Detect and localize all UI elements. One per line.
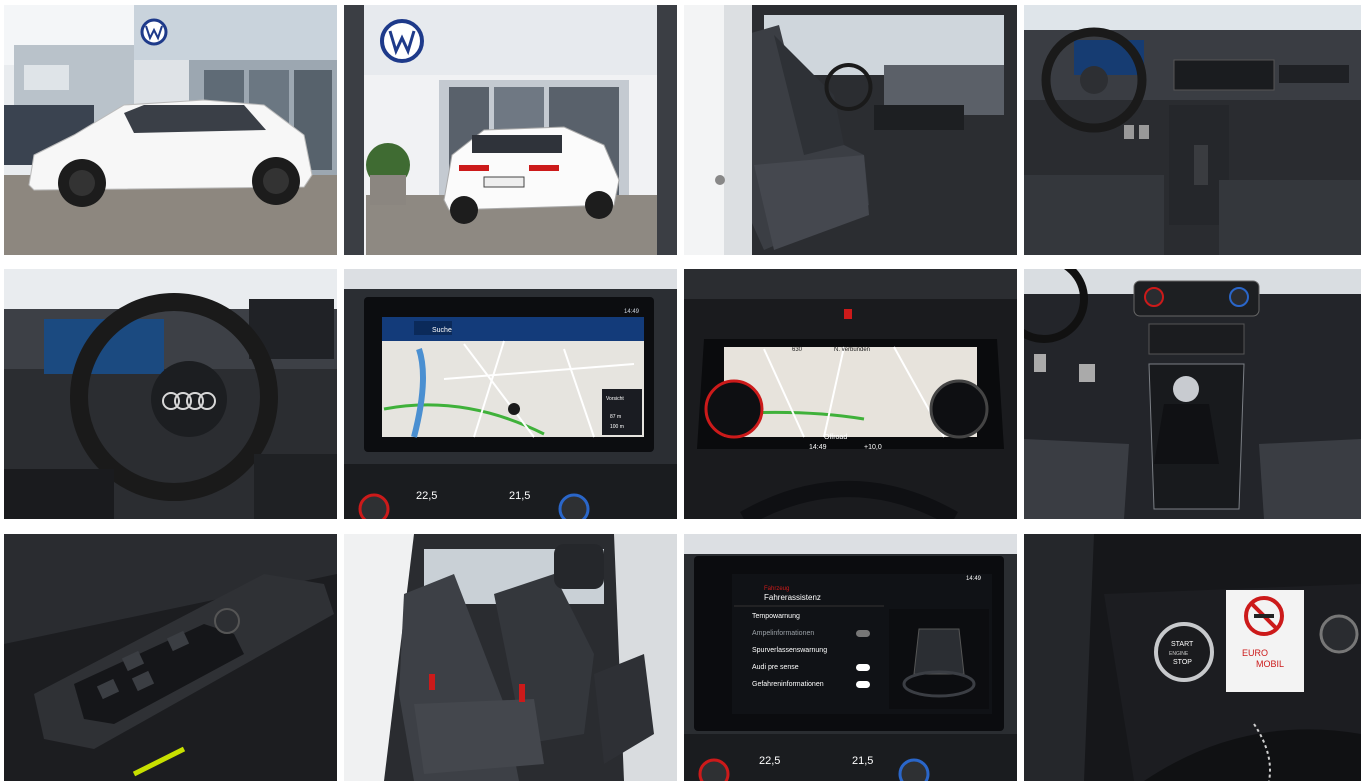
photo-front-seat[interactable] (684, 5, 1017, 255)
warning-light-icon (844, 309, 852, 319)
center-console-photo (1024, 269, 1361, 519)
nav-dist1: 87 m (610, 414, 621, 420)
photo-cockpit[interactable] (1024, 5, 1361, 255)
nav-time: 14:49 (624, 309, 640, 315)
cluster-range: 630 (792, 347, 803, 353)
photo-gallery: Suche 14:49 Vorsicht 87 m 100 m 22,5 21,… (0, 0, 1365, 781)
cluster-status: N. verbunden (834, 347, 870, 353)
nav-dist2: 100 m (610, 424, 624, 430)
assist-item-4[interactable]: Audi pre sense (752, 664, 799, 671)
start-line3: STOP (1173, 659, 1192, 666)
virtual-cockpit-photo: 630 N. verbunden Offroad 14:49 +10,0 (684, 269, 1017, 519)
assist-temp-right: 21,5 (852, 755, 873, 767)
steering-wheel-photo (4, 269, 337, 519)
photo-navigation[interactable]: Suche 14:49 Vorsicht 87 m 100 m 22,5 21,… (344, 269, 677, 519)
assist-time: 14:49 (966, 576, 982, 582)
nav-temp-left: 22,5 (416, 490, 437, 502)
sign-brand2: MOBIL (1256, 659, 1284, 669)
assist-item-2[interactable]: Ampelinformationen (752, 630, 814, 637)
assist-temp-left: 22,5 (759, 755, 780, 767)
photo-door-switches[interactable] (4, 534, 337, 781)
photo-assist-menu[interactable]: Fahrzeug Fahrerassistenz 14:49 Tempowarn… (684, 534, 1017, 781)
toggle-gefahren[interactable] (856, 681, 870, 688)
photo-steering-wheel[interactable] (4, 269, 337, 519)
navigation-photo: Suche 14:49 Vorsicht 87 m 100 m 22,5 21,… (344, 269, 677, 519)
nav-warning-label: Vorsicht (606, 396, 624, 402)
assist-item-5[interactable]: Gefahreninformationen (752, 681, 824, 688)
door-switches-photo (4, 534, 337, 781)
exterior-front-photo (4, 5, 337, 255)
start-line2: ENGINE (1169, 651, 1189, 657)
sign-brand1: EURO (1242, 648, 1268, 658)
cluster-mode: Offroad (824, 434, 847, 441)
start-line1: START (1171, 641, 1194, 648)
cluster-time: 14:49 (809, 444, 827, 451)
photo-exterior-front[interactable] (4, 5, 337, 255)
no-smoking-sign (1226, 590, 1304, 692)
assist-title: Fahrerassistenz (764, 593, 821, 602)
start-button-photo: START ENGINE STOP EURO MOBIL (1024, 534, 1361, 781)
assist-menu-photo: Fahrzeug Fahrerassistenz 14:49 Tempowarn… (684, 534, 1017, 781)
photo-center-console[interactable] (1024, 269, 1361, 519)
cockpit-photo (1024, 5, 1361, 255)
nav-search-label[interactable]: Suche (432, 327, 452, 334)
toggle-ampel[interactable] (856, 630, 870, 637)
nav-temp-right: 21,5 (509, 490, 530, 502)
cluster-outside-temp: +10,0 (864, 444, 882, 451)
front-seat-photo (684, 5, 1017, 255)
assist-item-1[interactable]: Tempowarnung (752, 613, 800, 620)
photo-exterior-rear[interactable] (344, 5, 677, 255)
assist-item-3[interactable]: Spurverlassenswarnung (752, 647, 827, 654)
photo-virtual-cockpit[interactable]: 630 N. verbunden Offroad 14:49 +10,0 (684, 269, 1017, 519)
photo-rear-seats[interactable] (344, 534, 677, 781)
rear-seats-photo (344, 534, 677, 781)
assist-breadcrumb[interactable]: Fahrzeug (764, 586, 789, 592)
photo-start-button[interactable]: START ENGINE STOP EURO MOBIL (1024, 534, 1361, 781)
exterior-rear-photo (344, 5, 677, 255)
toggle-presense[interactable] (856, 664, 870, 671)
